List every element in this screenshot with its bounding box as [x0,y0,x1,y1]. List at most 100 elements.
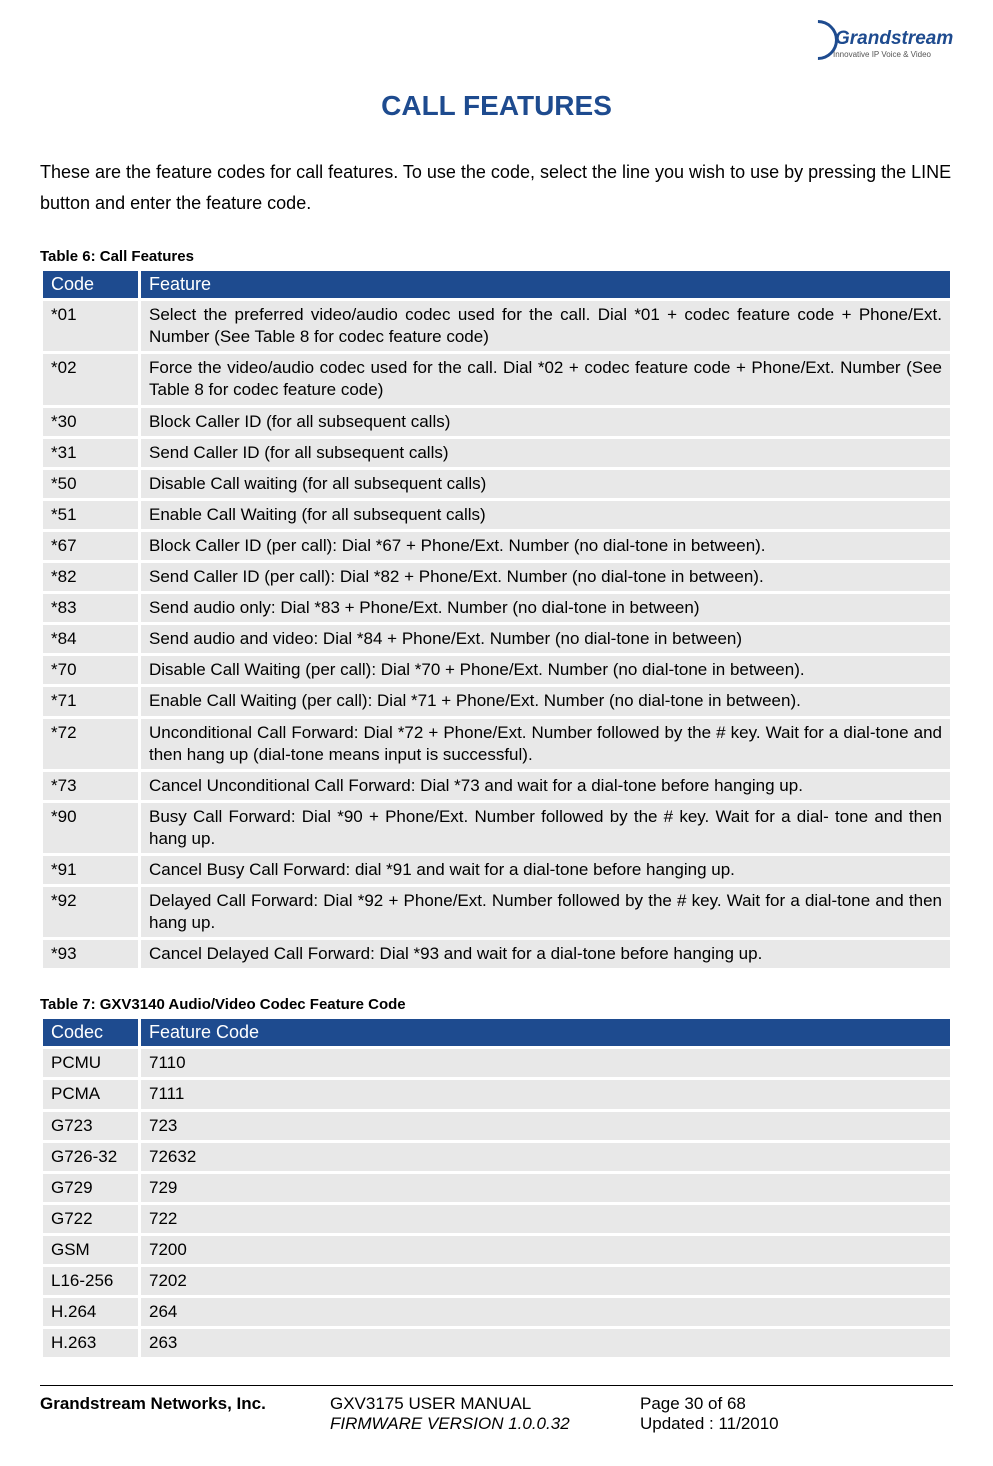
header-code: Code [43,271,138,298]
codec-cell: H.263 [43,1329,138,1357]
logo-tagline-text: Innovative IP Voice & Video [833,50,931,59]
feature-cell: Select the preferred video/audio codec u… [141,301,950,351]
feature-cell: Cancel Busy Call Forward: dial *91 and w… [141,856,950,884]
table-row: *01Select the preferred video/audio code… [43,301,950,351]
table-header-row: Code Feature [43,271,950,298]
feature-cell: Send Caller ID (per call): Dial *82 + Ph… [141,563,950,591]
feature-cell: Delayed Call Forward: Dial *92 + Phone/E… [141,887,950,937]
brand-logo: Grandstream Innovative IP Voice & Video [793,20,953,70]
feature-cell: Cancel Delayed Call Forward: Dial *93 an… [141,940,950,968]
code-cell: *71 [43,687,138,715]
feature-cell: Send Caller ID (for all subsequent calls… [141,439,950,467]
feature-cell: Enable Call Waiting (per call): Dial *71… [141,687,950,715]
feature-code-cell: 722 [141,1205,950,1233]
code-cell: *73 [43,772,138,800]
codec-cell: H.264 [43,1298,138,1326]
logo-brand-text: Grandstream [835,28,953,50]
codec-cell: PCMU [43,1049,138,1077]
codec-cell: G723 [43,1112,138,1140]
feature-cell: Disable Call Waiting (per call): Dial *7… [141,656,950,684]
table-row: L16-2567202 [43,1267,950,1295]
feature-cell: Block Caller ID (per call): Dial *67 + P… [141,532,950,560]
table-row: *71Enable Call Waiting (per call): Dial … [43,687,950,715]
table-row: H.263263 [43,1329,950,1357]
table-row: *82Send Caller ID (per call): Dial *82 +… [43,563,950,591]
code-cell: *01 [43,301,138,351]
feature-cell: Unconditional Call Forward: Dial *72 + P… [141,719,950,769]
table-row: *02Force the video/audio codec used for … [43,354,950,404]
feature-code-cell: 7200 [141,1236,950,1264]
table-row: G729729 [43,1174,950,1202]
table-row: *83Send audio only: Dial *83 + Phone/Ext… [43,594,950,622]
codec-cell: L16-256 [43,1267,138,1295]
table-row: *72Unconditional Call Forward: Dial *72 … [43,719,950,769]
codec-cell: PCMA [43,1080,138,1108]
footer-page: Page 30 of 68 [640,1394,860,1414]
page-footer: Grandstream Networks, Inc. GXV3175 USER … [40,1385,953,1434]
table-row: *92Delayed Call Forward: Dial *92 + Phon… [43,887,950,937]
table7-caption: Table 7: GXV3140 Audio/Video Codec Featu… [40,996,953,1013]
footer-updated: Updated : 11/2010 [640,1414,860,1434]
table-header-row: Codec Feature Code [43,1019,950,1046]
feature-code-cell: 263 [141,1329,950,1357]
feature-cell: Force the video/audio codec used for the… [141,354,950,404]
code-cell: *31 [43,439,138,467]
footer-mid: GXV3175 USER MANUAL FIRMWARE VERSION 1.0… [330,1394,640,1434]
table-row: *93Cancel Delayed Call Forward: Dial *93… [43,940,950,968]
code-cell: *50 [43,470,138,498]
table-row: *73Cancel Unconditional Call Forward: Di… [43,772,950,800]
footer-manual: GXV3175 USER MANUAL [330,1394,640,1414]
table-row: *91Cancel Busy Call Forward: dial *91 an… [43,856,950,884]
table-row: *90Busy Call Forward: Dial *90 + Phone/E… [43,803,950,853]
footer-right: Page 30 of 68 Updated : 11/2010 [640,1394,860,1434]
codec-cell: G726-32 [43,1143,138,1171]
table6-caption: Table 6: Call Features [40,248,953,265]
table-row: *30Block Caller ID (for all subsequent c… [43,408,950,436]
feature-code-cell: 72632 [141,1143,950,1171]
feature-cell: Send audio only: Dial *83 + Phone/Ext. N… [141,594,950,622]
code-cell: *67 [43,532,138,560]
table-row: G723723 [43,1112,950,1140]
table-row: *70Disable Call Waiting (per call): Dial… [43,656,950,684]
code-cell: *91 [43,856,138,884]
logo-area: Grandstream Innovative IP Voice & Video [40,20,953,70]
header-feature: Feature [141,271,950,298]
call-features-table: Code Feature *01Select the preferred vid… [40,268,953,971]
feature-cell: Send audio and video: Dial *84 + Phone/E… [141,625,950,653]
header-codec: Codec [43,1019,138,1046]
feature-code-cell: 264 [141,1298,950,1326]
code-cell: *51 [43,501,138,529]
feature-code-cell: 723 [141,1112,950,1140]
codec-cell: G729 [43,1174,138,1202]
table-row: GSM7200 [43,1236,950,1264]
feature-cell: Cancel Unconditional Call Forward: Dial … [141,772,950,800]
feature-code-cell: 7110 [141,1049,950,1077]
footer-firmware: FIRMWARE VERSION 1.0.0.32 [330,1414,640,1434]
codec-cell: G722 [43,1205,138,1233]
feature-code-cell: 7111 [141,1080,950,1108]
feature-cell: Enable Call Waiting (for all subsequent … [141,501,950,529]
code-cell: *83 [43,594,138,622]
table-row: *50Disable Call waiting (for all subsequ… [43,470,950,498]
table-row: *51Enable Call Waiting (for all subseque… [43,501,950,529]
table-row: H.264264 [43,1298,950,1326]
feature-cell: Block Caller ID (for all subsequent call… [141,408,950,436]
table-row: PCMA7111 [43,1080,950,1108]
table-row: *84Send audio and video: Dial *84 + Phon… [43,625,950,653]
table-row: *67Block Caller ID (per call): Dial *67 … [43,532,950,560]
feature-code-cell: 729 [141,1174,950,1202]
table-row: G722722 [43,1205,950,1233]
code-cell: *90 [43,803,138,853]
codec-feature-table: Codec Feature Code PCMU7110PCMA7111G7237… [40,1016,953,1360]
code-cell: *72 [43,719,138,769]
feature-cell: Disable Call waiting (for all subsequent… [141,470,950,498]
code-cell: *82 [43,563,138,591]
code-cell: *92 [43,887,138,937]
header-feature-code: Feature Code [141,1019,950,1046]
table-row: *31Send Caller ID (for all subsequent ca… [43,439,950,467]
code-cell: *70 [43,656,138,684]
page-title: CALL FEATURES [40,90,953,122]
code-cell: *84 [43,625,138,653]
footer-company: Grandstream Networks, Inc. [40,1394,330,1434]
table-row: G726-3272632 [43,1143,950,1171]
